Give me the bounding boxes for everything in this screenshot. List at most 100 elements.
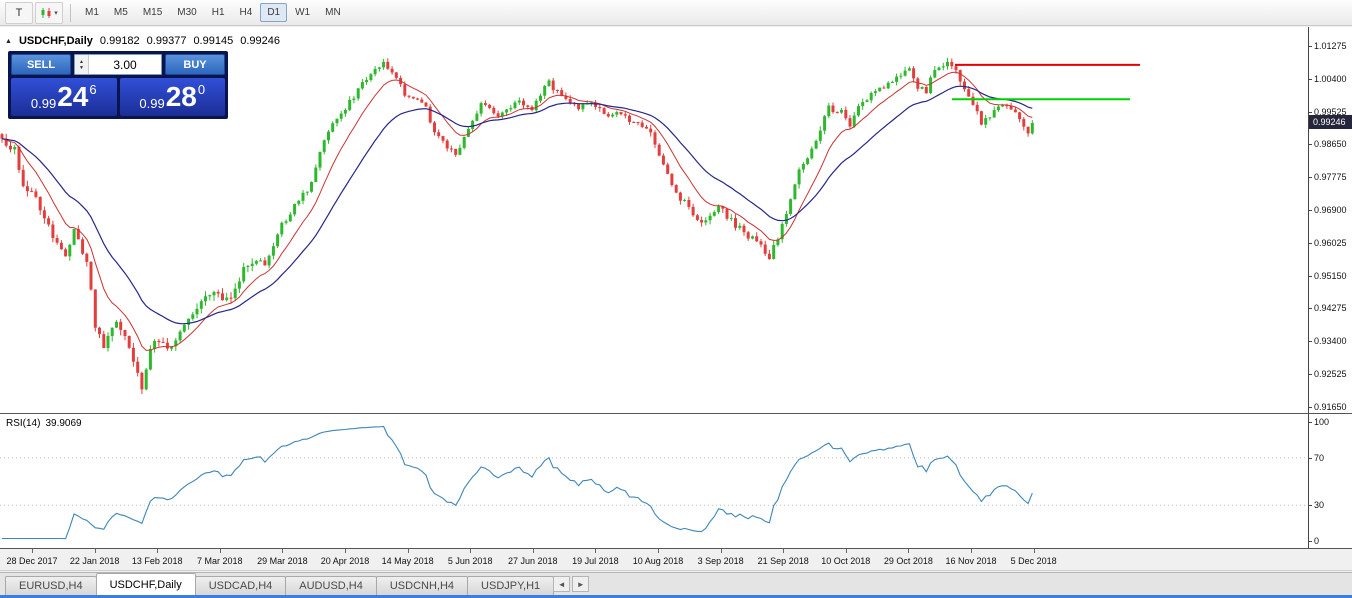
sell-button[interactable]: SELL <box>11 54 71 75</box>
date-label: 21 Sep 2018 <box>758 556 809 566</box>
time-tick <box>971 549 972 553</box>
date-label: 10 Aug 2018 <box>633 556 684 566</box>
timeframe-button-mn[interactable]: MN <box>318 3 348 22</box>
timeframe-button-m1[interactable]: M1 <box>78 3 106 22</box>
close-value: 0.99246 <box>240 35 280 47</box>
rsi-level-label: 0 <box>1314 536 1319 546</box>
price-tick-label: 0.96900 <box>1314 205 1347 215</box>
chart-title: ▲ USDCHF,Daily 0.99182 0.99377 0.99145 0… <box>5 35 280 47</box>
time-tick <box>157 549 158 553</box>
rsi-value: 39.9069 <box>45 418 81 429</box>
symbol-period-label: USDCHF,Daily <box>19 35 93 47</box>
templates-button[interactable]: T <box>5 2 33 24</box>
tab-scroll-right-icon[interactable]: ► <box>572 576 589 592</box>
price-scale[interactable]: 0.99246 1.012751.004000.995250.986500.97… <box>1308 27 1352 413</box>
volume-spinner[interactable]: ▲ ▼ <box>75 55 89 74</box>
time-axis[interactable]: 28 Dec 201722 Jan 201813 Feb 20187 Mar 2… <box>0 549 1352 571</box>
spinner-down-icon[interactable]: ▼ <box>79 65 84 71</box>
chart-tab-usdcad-h4[interactable]: USDCAD,H4 <box>195 576 287 595</box>
templates-icon: T <box>16 7 23 19</box>
time-tick <box>533 549 534 553</box>
time-tick <box>95 549 96 553</box>
main-chart-pane: ▲ USDCHF,Daily 0.99182 0.99377 0.99145 0… <box>0 27 1352 413</box>
date-label: 5 Dec 2018 <box>1011 556 1057 566</box>
chevron-down-icon: ▾ <box>54 9 58 17</box>
chart-tab-usdcnh-h4[interactable]: USDCNH,H4 <box>376 576 468 595</box>
time-tick <box>783 549 784 553</box>
time-tick <box>658 549 659 553</box>
trading-platform-window: T ▾ M1M5M15M30H1H4D1W1MN ▲ USDCHF,Daily … <box>0 0 1352 598</box>
chart-tab-usdchf-daily[interactable]: USDCHF,Daily <box>96 573 196 595</box>
date-label: 20 Apr 2018 <box>321 556 370 566</box>
time-tick <box>282 549 283 553</box>
top-toolbar: T ▾ M1M5M15M30H1H4D1W1MN <box>0 0 1352 26</box>
date-label: 27 Jun 2018 <box>508 556 558 566</box>
date-label: 28 Dec 2017 <box>6 556 57 566</box>
timeframe-button-m5[interactable]: M5 <box>107 3 135 22</box>
timeframe-button-m15[interactable]: M15 <box>136 3 169 22</box>
pane-divider[interactable] <box>0 413 1352 414</box>
date-label: 14 May 2018 <box>382 556 434 566</box>
timeframe-button-m30[interactable]: M30 <box>170 3 203 22</box>
bid-main: 24 <box>57 83 88 111</box>
price-tick-label: 0.92525 <box>1314 369 1347 379</box>
chart-tab-usdjpy-h1[interactable]: USDJPY,H1 <box>467 576 554 595</box>
price-tick-label: 0.97775 <box>1314 172 1347 182</box>
time-tick <box>220 549 221 553</box>
volume-value: 3.00 <box>89 55 161 74</box>
date-label: 3 Sep 2018 <box>698 556 744 566</box>
price-tick-label: 0.98650 <box>1314 139 1347 149</box>
date-label: 5 Jun 2018 <box>448 556 493 566</box>
chart-style-button[interactable]: ▾ <box>35 2 63 24</box>
bid-pipette: 6 <box>89 82 96 97</box>
rsi-scale[interactable]: 100 70 30 0 <box>1308 414 1352 548</box>
price-tick-label: 0.91650 <box>1314 402 1347 412</box>
chart-tab-eurusd-h4[interactable]: EURUSD,H4 <box>5 576 97 595</box>
tab-scroll-left-icon[interactable]: ◄ <box>553 576 570 592</box>
rsi-indicator-label: RSI(14) 39.9069 <box>6 418 82 429</box>
date-label: 13 Feb 2018 <box>132 556 183 566</box>
rsi-canvas[interactable] <box>0 414 1308 548</box>
price-tick-label: 1.01275 <box>1314 41 1347 51</box>
open-value: 0.99182 <box>100 35 140 47</box>
time-tick <box>721 549 722 553</box>
date-label: 19 Jul 2018 <box>572 556 619 566</box>
date-label: 10 Oct 2018 <box>821 556 870 566</box>
timeframe-button-h4[interactable]: H4 <box>233 3 260 22</box>
chart-tab-bar: EURUSD,H4USDCHF,DailyUSDCAD,H4AUDUSD,H4U… <box>0 572 1352 595</box>
time-tick <box>595 549 596 553</box>
price-tick-label: 0.94275 <box>1314 303 1347 313</box>
rsi-level-label: 100 <box>1314 417 1329 427</box>
time-tick <box>1034 549 1035 553</box>
volume-field[interactable]: ▲ ▼ 3.00 <box>74 54 162 75</box>
ask-main: 28 <box>166 83 197 111</box>
collapse-triangle-icon[interactable]: ▲ <box>5 38 12 45</box>
buy-button[interactable]: BUY <box>165 54 225 75</box>
price-tick-label: 1.00400 <box>1314 74 1347 84</box>
ask-price-button[interactable]: 0.99 28 0 <box>120 78 226 116</box>
bid-price-button[interactable]: 0.99 24 6 <box>11 78 117 116</box>
high-value: 0.99377 <box>147 35 187 47</box>
time-tick <box>470 549 471 553</box>
rsi-level-label: 30 <box>1314 500 1324 510</box>
chart-tab-audusd-h4[interactable]: AUDUSD,H4 <box>285 576 377 595</box>
timeframe-button-d1[interactable]: D1 <box>260 3 287 22</box>
candlestick-style-icon <box>40 7 52 19</box>
time-tick <box>408 549 409 553</box>
current-price-label: 0.99246 <box>1309 115 1352 129</box>
date-label: 29 Oct 2018 <box>884 556 933 566</box>
timeframe-button-h1[interactable]: H1 <box>205 3 232 22</box>
ask-pipette: 0 <box>198 82 205 97</box>
rsi-level-label: 70 <box>1314 453 1324 463</box>
price-tick-label: 0.95150 <box>1314 271 1347 281</box>
time-tick <box>846 549 847 553</box>
timeframe-group: M1M5M15M30H1H4D1W1MN <box>78 3 348 22</box>
time-tick <box>345 549 346 553</box>
rsi-name: RSI(14) <box>6 418 40 429</box>
timeframe-button-w1[interactable]: W1 <box>288 3 317 22</box>
price-tick-label: 0.93400 <box>1314 336 1347 346</box>
date-label: 16 Nov 2018 <box>945 556 996 566</box>
tab-scroll-controls: ◄ ► <box>553 576 589 592</box>
price-tick-label: 0.96025 <box>1314 238 1347 248</box>
ask-prefix: 0.99 <box>139 96 164 111</box>
